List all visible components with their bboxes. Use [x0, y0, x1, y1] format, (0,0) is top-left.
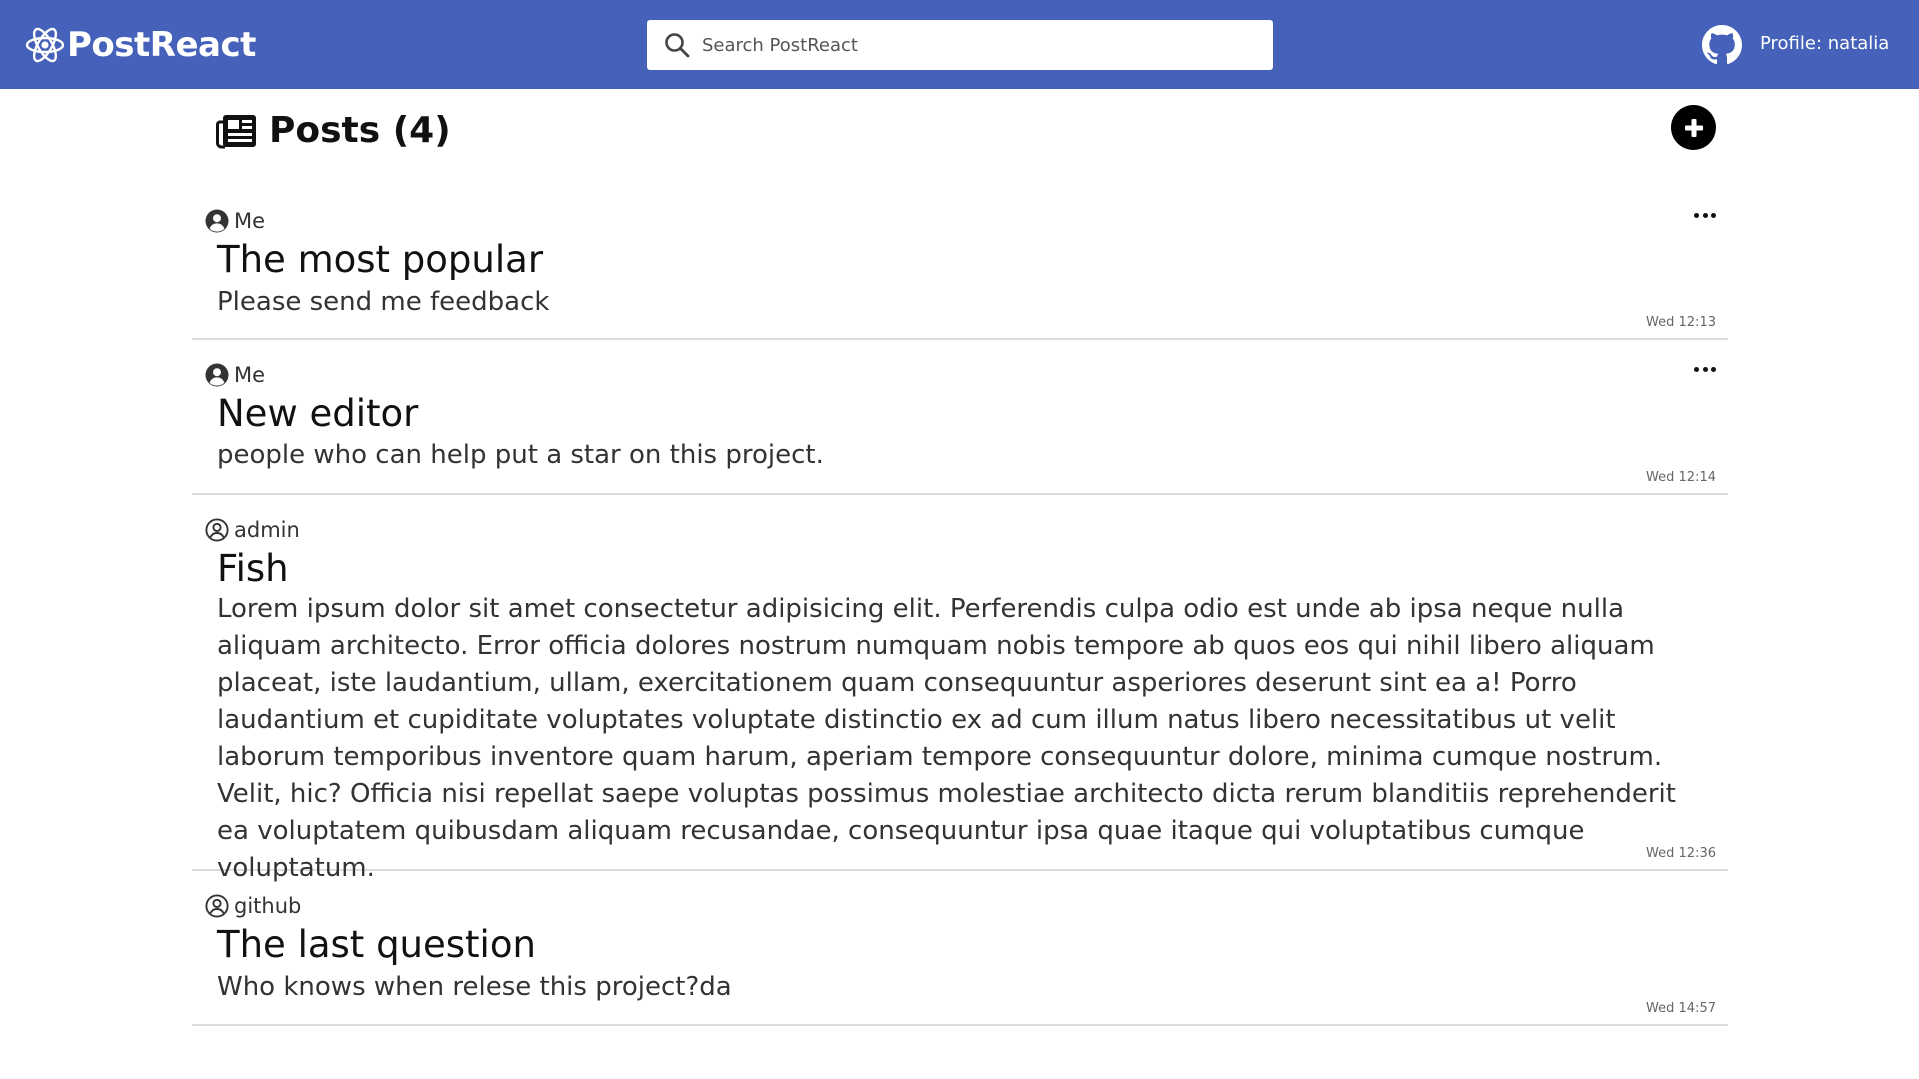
posts-header: Posts (4)	[216, 108, 451, 154]
post-title[interactable]: The last question	[217, 922, 536, 968]
post-author-name: admin	[234, 518, 300, 542]
post-item[interactable]: admin Fish Lorem ipsum dolor sit amet co…	[192, 495, 1728, 883]
post-author-name: Me	[234, 363, 266, 387]
post-timestamp: Wed 12:14	[1646, 470, 1716, 485]
post-options-button[interactable]	[1694, 209, 1716, 221]
plus-icon	[1684, 118, 1703, 137]
user-circle-solid-icon	[205, 209, 229, 233]
post-body: Lorem ipsum dolor sit amet consectetur a…	[217, 594, 1676, 883]
profile-link[interactable]: Profile: natalia	[1760, 31, 1889, 57]
post-timestamp: Wed 14:57	[1646, 1001, 1716, 1016]
post-title[interactable]: Fish	[217, 546, 289, 592]
post-item[interactable]: github The last question Who knows when …	[192, 871, 1728, 1026]
add-post-button[interactable]	[1671, 105, 1716, 150]
post-body: Who knows when relese this project?da	[217, 972, 732, 1002]
post-options-button[interactable]	[1694, 363, 1716, 375]
post-author-name: Me	[234, 209, 266, 233]
post-timestamp: Wed 12:36	[1646, 846, 1716, 861]
github-link[interactable]	[1702, 25, 1742, 65]
newspaper-icon	[216, 115, 256, 149]
react-atom-icon	[25, 27, 65, 63]
ellipsis-dot	[1711, 212, 1716, 218]
top-navbar: PostReact Profile: natalia	[0, 0, 1919, 89]
search-icon	[665, 33, 690, 58]
post-body: Please send me feedback	[217, 287, 550, 317]
ellipsis-dot	[1702, 212, 1708, 218]
post-author[interactable]: github	[205, 893, 301, 919]
ellipsis-dot	[1711, 366, 1716, 372]
ellipsis-icon	[1694, 366, 1699, 372]
post-timestamp: Wed 12:13	[1646, 315, 1716, 330]
github-icon	[1702, 25, 1742, 65]
post-body: people who can help put a star on this p…	[217, 440, 824, 470]
post-item[interactable]: Me The most popular Please send me feedb…	[192, 190, 1728, 340]
post-author[interactable]: Me	[205, 362, 265, 388]
ellipsis-dot	[1702, 366, 1708, 372]
post-author-name: github	[234, 894, 302, 918]
user-circle-outline-icon	[205, 894, 229, 918]
search-bar	[647, 20, 1273, 70]
page-title: Posts (4)	[269, 110, 451, 151]
post-author[interactable]: Me	[205, 208, 265, 234]
post-author[interactable]: admin	[205, 517, 300, 543]
post-item[interactable]: Me New editor people who can help put a …	[192, 340, 1728, 495]
user-circle-solid-icon	[205, 363, 229, 387]
brand-name: PostReact	[67, 25, 256, 65]
user-circle-outline-icon	[205, 518, 229, 542]
post-title[interactable]: New editor	[217, 391, 418, 437]
search-input[interactable]	[700, 25, 1260, 65]
ellipsis-icon	[1694, 212, 1699, 218]
brand-logo-link[interactable]: PostReact	[24, 24, 256, 66]
post-title[interactable]: The most popular	[217, 237, 543, 283]
